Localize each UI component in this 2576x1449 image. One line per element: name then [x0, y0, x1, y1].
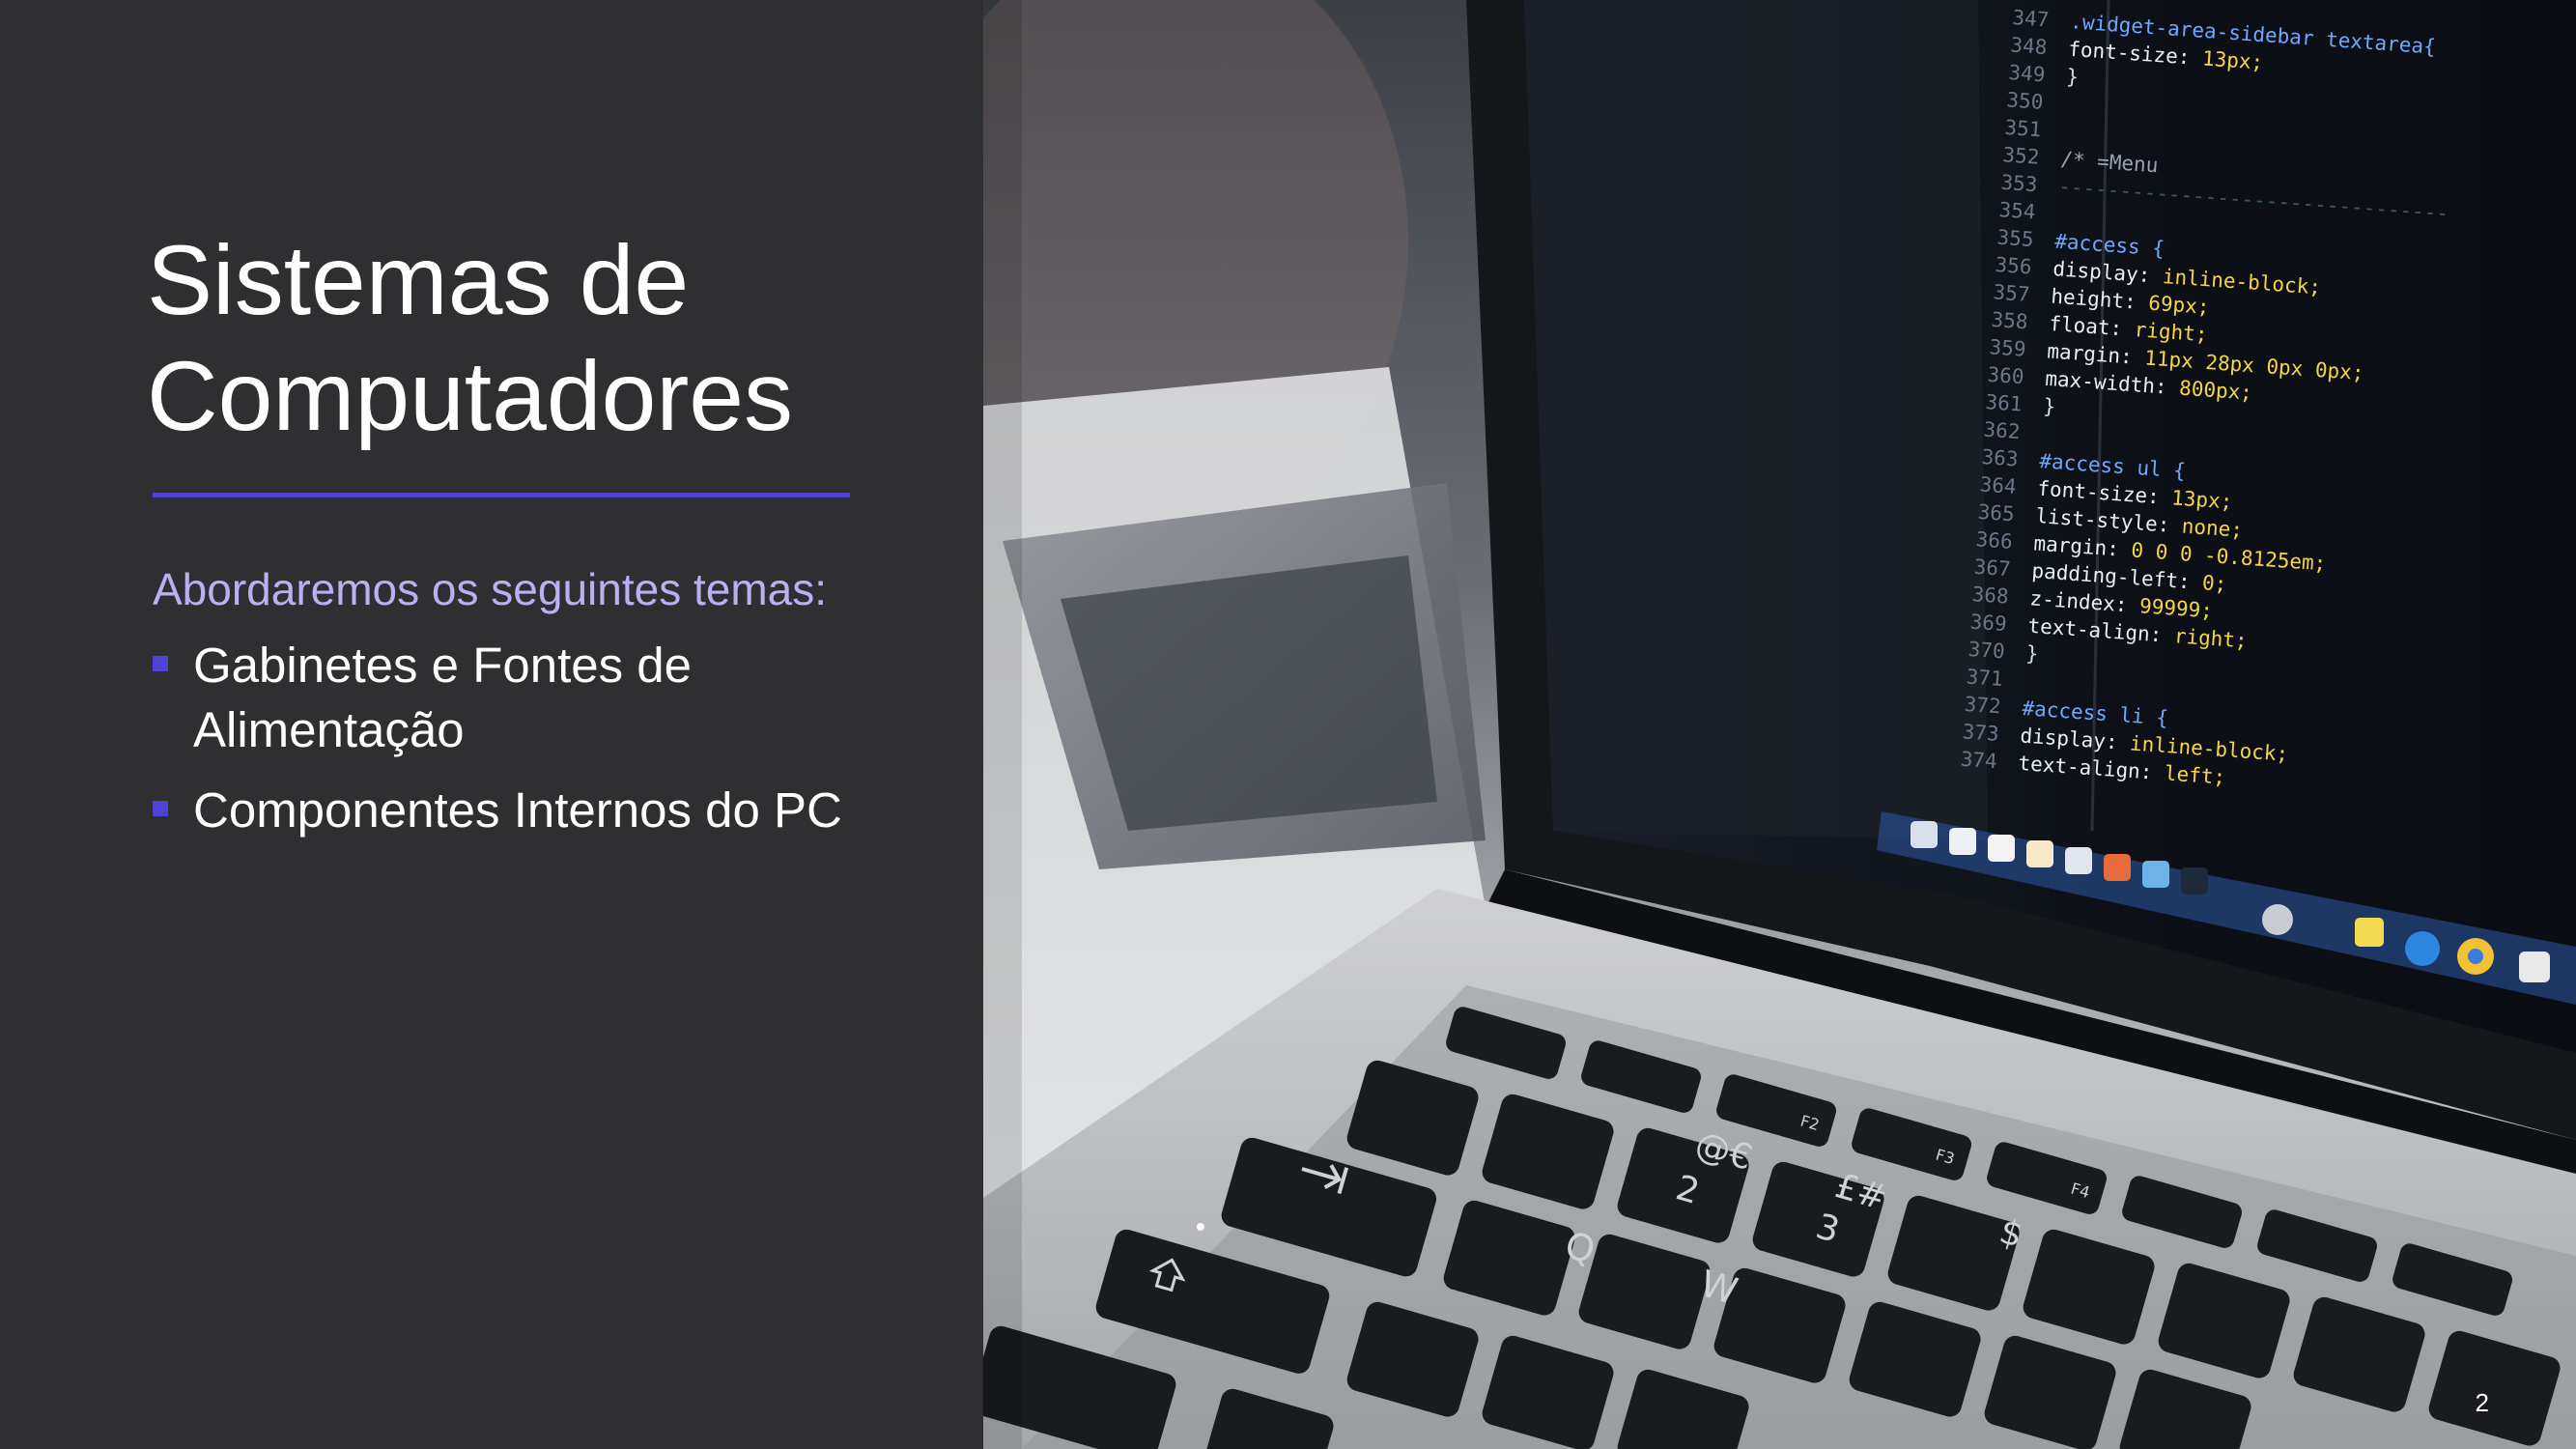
- title-divider: [153, 493, 850, 497]
- slide-title: Sistemas de Computadores: [147, 225, 794, 451]
- code-line: }: [2066, 65, 2080, 89]
- code-line-number: 369: [1969, 611, 2008, 637]
- code-line-number: 355: [1996, 225, 2035, 251]
- laptop-illustration: 347 .widget-area-sidebar textarea{348 fon…: [983, 0, 2576, 1449]
- code-line-number: 361: [1985, 390, 2024, 416]
- code-line: }: [2043, 394, 2056, 418]
- code-line-number: 362: [1983, 418, 2022, 444]
- code-line-number: 367: [1973, 555, 2012, 582]
- bullet-square-icon: [153, 801, 168, 816]
- code-line-number: 353: [2000, 171, 2039, 197]
- laptop-photo: 347 .widget-area-sidebar textarea{348 fon…: [983, 0, 2576, 1449]
- code-line-number: 349: [2008, 61, 2047, 87]
- code-line-number: 348: [2010, 33, 2049, 59]
- code-line-number: 365: [1977, 500, 2016, 526]
- code-line: }: [2025, 641, 2039, 666]
- list-item: Gabinetes e Fontes de Alimentação: [153, 633, 925, 762]
- slide: Sistemas de Computadores Abordaremos os …: [0, 0, 2576, 1449]
- code-line-number: 351: [2004, 116, 2043, 142]
- code-line-number: 364: [1979, 472, 2018, 498]
- code-line-number: 359: [1989, 335, 2027, 361]
- code-line-number: 368: [1971, 582, 2010, 609]
- code-line-number: 350: [2006, 88, 2045, 114]
- code-line-number: 373: [1962, 720, 2000, 746]
- code-line-number: 363: [1981, 445, 2020, 471]
- code-line-number: 372: [1964, 693, 2002, 719]
- code-line-number: 374: [1960, 748, 1998, 774]
- code-line-number: 366: [1975, 527, 2014, 554]
- list-item-text: Componentes Internos do PC: [193, 782, 842, 838]
- text-panel: Sistemas de Computadores Abordaremos os …: [0, 0, 983, 1449]
- code-line-number: 356: [1995, 253, 2033, 279]
- code-line-number: 358: [1991, 308, 2029, 334]
- code-line-number: 371: [1966, 665, 2004, 691]
- code-line-number: 347: [2012, 6, 2051, 32]
- topic-list: Gabinetes e Fontes de Alimentação Compon…: [153, 633, 925, 858]
- code-line-number: 354: [1998, 198, 2037, 224]
- code-line-number: 370: [1967, 638, 2006, 664]
- bullet-square-icon: [153, 656, 168, 671]
- list-item-text: Gabinetes e Fontes de Alimentação: [193, 638, 693, 757]
- slide-subtitle: Abordaremos os seguintes temas:: [153, 564, 828, 614]
- page-number: 2: [2475, 1388, 2489, 1417]
- code-line-number: 360: [1987, 363, 2025, 389]
- code-line-number: 352: [2002, 143, 2041, 169]
- list-item: Componentes Internos do PC: [153, 778, 925, 842]
- code-line-number: 357: [1993, 280, 2031, 306]
